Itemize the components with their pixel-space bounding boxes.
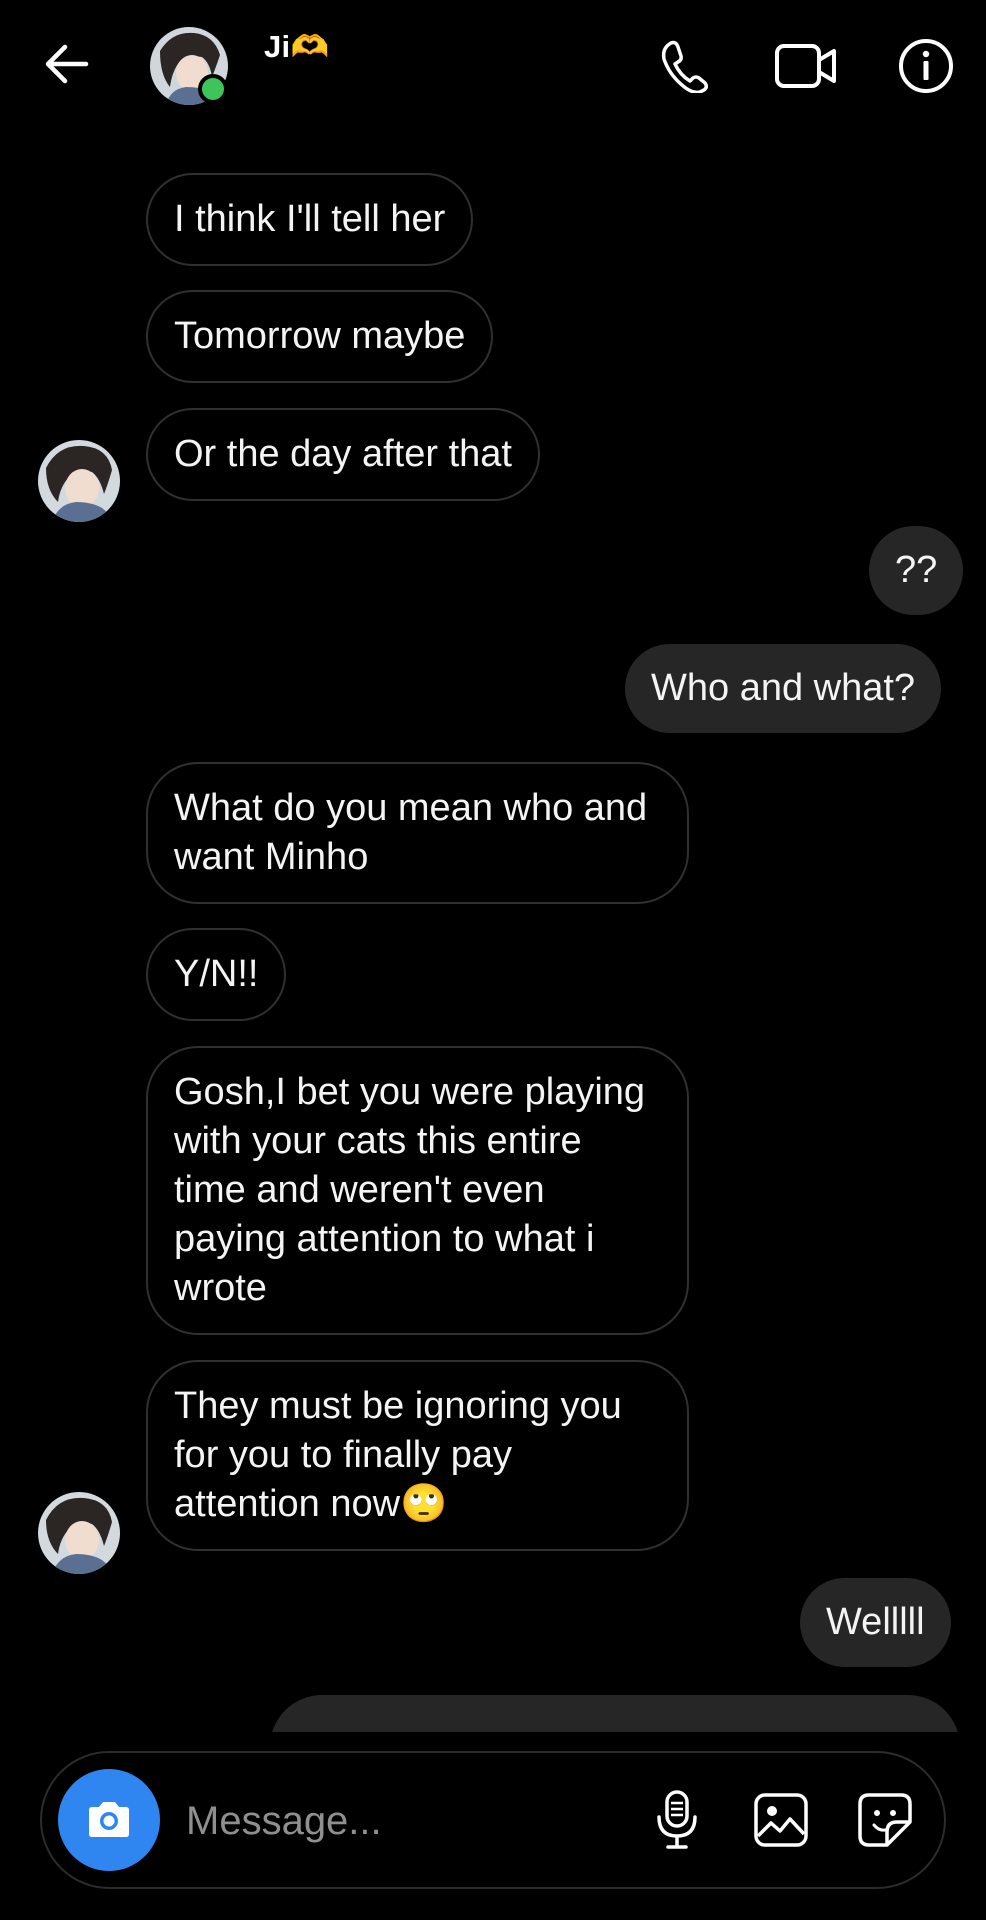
back-arrow-icon[interactable]	[38, 36, 94, 92]
message-bubble-incoming[interactable]: Y/N!!	[146, 928, 287, 1021]
info-icon[interactable]	[894, 34, 958, 98]
sticker-icon[interactable]	[848, 1783, 922, 1857]
contact-name[interactable]: Ji🫶	[264, 28, 329, 65]
chat-header: Ji🫶	[0, 0, 986, 140]
online-status-indicator	[198, 74, 228, 104]
message-input[interactable]	[186, 1787, 606, 1855]
sender-avatar[interactable]	[38, 1492, 120, 1574]
message-bubble-outgoing[interactable]: Who and what?	[625, 644, 942, 733]
message-bubble-incoming[interactable]: Or the day after that	[146, 408, 540, 501]
message-bubble-incoming[interactable]: Tomorrow maybe	[146, 290, 494, 383]
video-camera-icon[interactable]	[774, 34, 838, 98]
sender-avatar[interactable]	[38, 440, 120, 522]
message-bubble-incoming[interactable]: They must be ignoring you for you to fin…	[146, 1360, 689, 1551]
message-thread[interactable]: I think I'll tell her Tomorrow maybe Or …	[0, 140, 986, 1732]
message-bubble-incoming[interactable]: I think I'll tell her	[146, 173, 474, 266]
microphone-icon[interactable]	[640, 1783, 714, 1857]
message-bubble-outgoing[interactable]	[270, 1695, 960, 1732]
camera-icon[interactable]	[58, 1769, 160, 1871]
message-bubble-outgoing[interactable]: ??	[869, 526, 964, 615]
phone-icon[interactable]	[652, 34, 716, 98]
message-bubble-incoming[interactable]: Gosh,I bet you were playing with your ca…	[146, 1046, 689, 1335]
message-bubble-incoming[interactable]: What do you mean who and want Minho	[146, 762, 689, 904]
message-composer	[40, 1751, 946, 1889]
message-bubble-outgoing[interactable]: Welllll	[800, 1578, 951, 1667]
gallery-icon[interactable]	[744, 1783, 818, 1857]
